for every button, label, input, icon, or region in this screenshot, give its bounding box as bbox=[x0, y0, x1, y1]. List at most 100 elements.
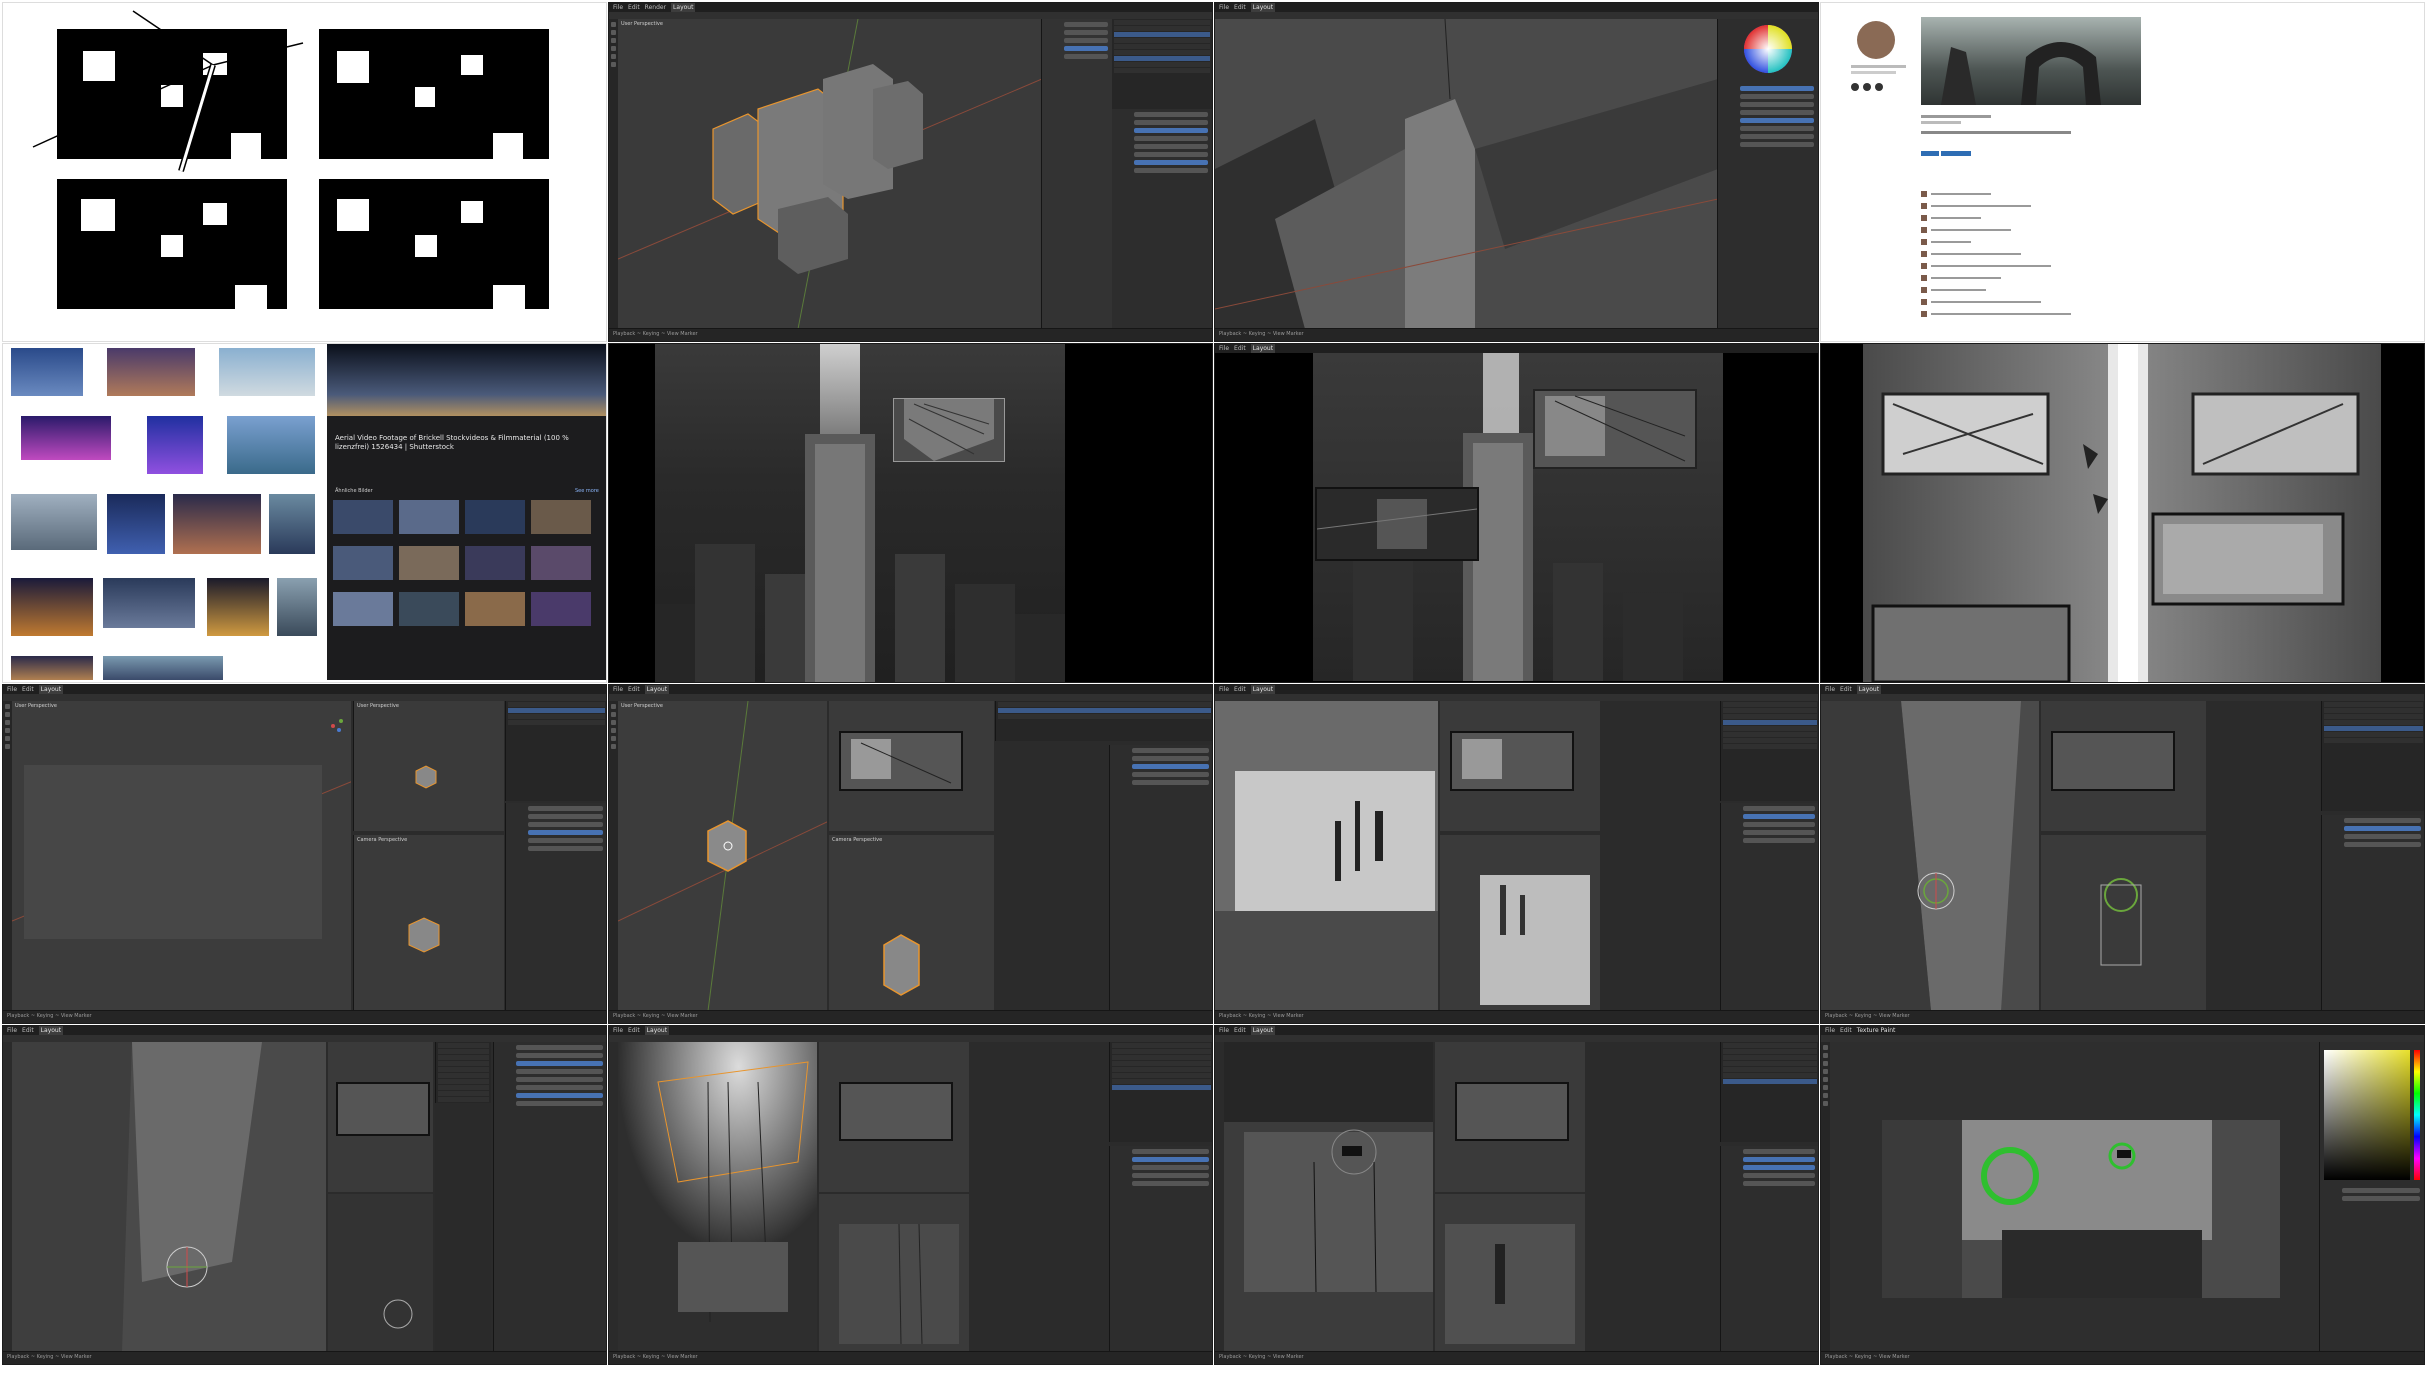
result-thumbnail[interactable] bbox=[227, 416, 315, 474]
outliner[interactable] bbox=[995, 701, 1212, 741]
menu-edit[interactable]: Edit bbox=[22, 685, 34, 694]
select-box-icon[interactable] bbox=[611, 22, 616, 27]
result-thumbnail[interactable] bbox=[107, 494, 165, 554]
scale-icon[interactable] bbox=[611, 54, 616, 59]
tag-button[interactable] bbox=[1941, 151, 1971, 156]
rotate-icon[interactable] bbox=[611, 46, 616, 51]
menu-file[interactable]: File bbox=[1825, 685, 1835, 694]
context-menu[interactable] bbox=[435, 1042, 491, 1352]
outliner[interactable] bbox=[2321, 701, 2424, 811]
tab-layout[interactable]: Layout bbox=[644, 685, 670, 694]
timeline[interactable]: Playback ~ Keying ~ View Marker bbox=[1821, 1010, 2424, 1023]
cube[interactable] bbox=[707, 820, 747, 872]
properties-panel[interactable] bbox=[493, 1042, 606, 1352]
reference-viewport[interactable] bbox=[819, 1042, 969, 1192]
paint-viewport[interactable] bbox=[1830, 1042, 2319, 1352]
social-icon[interactable] bbox=[1863, 83, 1871, 91]
preview-title[interactable]: Aerial Video Footage of Brickell Stockvi… bbox=[335, 434, 595, 452]
result-thumbnail[interactable] bbox=[277, 578, 317, 636]
menu-edit[interactable]: Edit bbox=[1234, 3, 1246, 12]
menu-file[interactable]: File bbox=[7, 685, 17, 694]
move-icon[interactable] bbox=[611, 38, 616, 43]
preview-image[interactable] bbox=[327, 344, 606, 416]
result-thumbnail[interactable] bbox=[103, 656, 223, 680]
tab-layout[interactable]: Layout bbox=[1250, 3, 1276, 12]
timeline[interactable]: Playback ~ Keying ~ View Marker bbox=[3, 1351, 606, 1364]
tab-layout[interactable]: Layout bbox=[38, 1026, 64, 1035]
camera-viewport[interactable] bbox=[1440, 835, 1600, 1011]
tab-layout[interactable]: Layout bbox=[1856, 685, 1882, 694]
result-thumbnail[interactable] bbox=[21, 416, 111, 460]
menu-edit[interactable]: Edit bbox=[22, 1026, 34, 1035]
color-picker-panel[interactable] bbox=[1717, 19, 1818, 329]
outliner[interactable] bbox=[1720, 701, 1818, 801]
outliner[interactable] bbox=[505, 701, 606, 801]
properties-panel[interactable] bbox=[1111, 109, 1212, 329]
skyscraper[interactable] bbox=[1405, 99, 1475, 329]
result-thumbnail[interactable] bbox=[219, 348, 315, 396]
properties-panel[interactable] bbox=[1720, 1146, 1818, 1352]
result-thumbnail[interactable] bbox=[11, 656, 93, 680]
menu-edit[interactable]: Edit bbox=[1234, 344, 1246, 353]
tag-button[interactable] bbox=[1921, 151, 1939, 156]
social-icon[interactable] bbox=[1875, 83, 1883, 91]
menu-file[interactable]: File bbox=[613, 1026, 623, 1035]
properties-panel[interactable] bbox=[1109, 1146, 1212, 1352]
reference-viewport[interactable] bbox=[1435, 1042, 1585, 1192]
reference-viewport[interactable] bbox=[2041, 701, 2206, 831]
tab-texture-paint[interactable]: Texture Paint bbox=[1857, 1026, 1896, 1035]
cursor-icon[interactable] bbox=[611, 30, 616, 35]
menu-edit[interactable]: Edit bbox=[1840, 685, 1852, 694]
transform-icon[interactable] bbox=[611, 62, 616, 67]
properties-panel[interactable] bbox=[505, 803, 606, 1011]
tab-layout[interactable]: Layout bbox=[1250, 685, 1276, 694]
camera-viewport[interactable]: Camera Perspective bbox=[829, 835, 994, 1011]
timeline[interactable]: Playback ~ Keying ~ View Marker bbox=[609, 1010, 1212, 1023]
avatar[interactable] bbox=[1857, 21, 1895, 59]
result-thumbnail[interactable] bbox=[11, 494, 97, 550]
result-thumbnail[interactable] bbox=[103, 578, 195, 628]
tab-layout[interactable]: Layout bbox=[38, 685, 64, 694]
menu-edit[interactable]: Edit bbox=[1234, 685, 1246, 694]
3d-viewport[interactable]: User Perspective bbox=[618, 701, 827, 1011]
artwork-thumbnail[interactable] bbox=[1921, 17, 2141, 105]
result-thumbnail[interactable] bbox=[173, 494, 261, 554]
color-square[interactable] bbox=[2324, 1050, 2410, 1180]
color-picker-panel[interactable] bbox=[2319, 1042, 2424, 1352]
properties-panel[interactable] bbox=[2321, 815, 2424, 1011]
n-panel[interactable] bbox=[1041, 19, 1112, 329]
result-thumbnail[interactable] bbox=[147, 416, 203, 474]
timeline[interactable]: Playback ~ Keying ~ View Marker bbox=[1215, 1010, 1818, 1023]
menu-file[interactable]: File bbox=[1219, 344, 1229, 353]
3d-viewport[interactable] bbox=[618, 1042, 817, 1352]
social-icon[interactable] bbox=[1851, 83, 1859, 91]
reference-viewport[interactable] bbox=[1440, 701, 1600, 831]
properties-panel[interactable] bbox=[1720, 803, 1818, 1011]
camera-viewport[interactable]: Camera Perspective bbox=[353, 835, 504, 1011]
menu-file[interactable]: File bbox=[1219, 685, 1229, 694]
hue-slider[interactable] bbox=[2414, 1050, 2420, 1180]
secondary-viewport[interactable]: User Perspective bbox=[353, 701, 504, 831]
timeline[interactable]: Playback ~ Keying ~ View Marker bbox=[1215, 328, 1818, 341]
menu-edit[interactable]: Edit bbox=[628, 685, 640, 694]
result-thumbnail[interactable] bbox=[11, 348, 83, 396]
3d-viewport[interactable] bbox=[1821, 701, 2039, 1011]
menu-file[interactable]: File bbox=[7, 1026, 17, 1035]
building-block[interactable] bbox=[873, 81, 923, 169]
tab-layout[interactable]: Layout bbox=[644, 1026, 670, 1035]
tab-layout[interactable]: Layout bbox=[1250, 344, 1276, 353]
result-thumbnail[interactable] bbox=[269, 494, 315, 554]
3d-viewport[interactable]: User Perspective bbox=[618, 19, 1042, 329]
timeline[interactable]: Playback ~ Keying ~ View Marker bbox=[609, 1351, 1212, 1364]
see-more-link[interactable]: See more bbox=[575, 488, 599, 494]
related-images-grid[interactable] bbox=[333, 500, 603, 640]
3d-viewport[interactable]: User Perspective bbox=[12, 701, 351, 1011]
building-block[interactable] bbox=[778, 197, 848, 274]
camera-viewport[interactable] bbox=[328, 1194, 433, 1352]
timeline[interactable]: Playback ~ Keying ~ View Marker bbox=[1215, 1351, 1818, 1364]
menu-file[interactable]: File bbox=[1219, 3, 1229, 12]
timeline[interactable]: Playback ~ Keying ~ View Marker bbox=[1821, 1351, 2424, 1364]
outliner[interactable] bbox=[1720, 1042, 1818, 1142]
camera-viewport[interactable] bbox=[819, 1194, 969, 1352]
menu-render[interactable]: Render bbox=[645, 3, 666, 12]
